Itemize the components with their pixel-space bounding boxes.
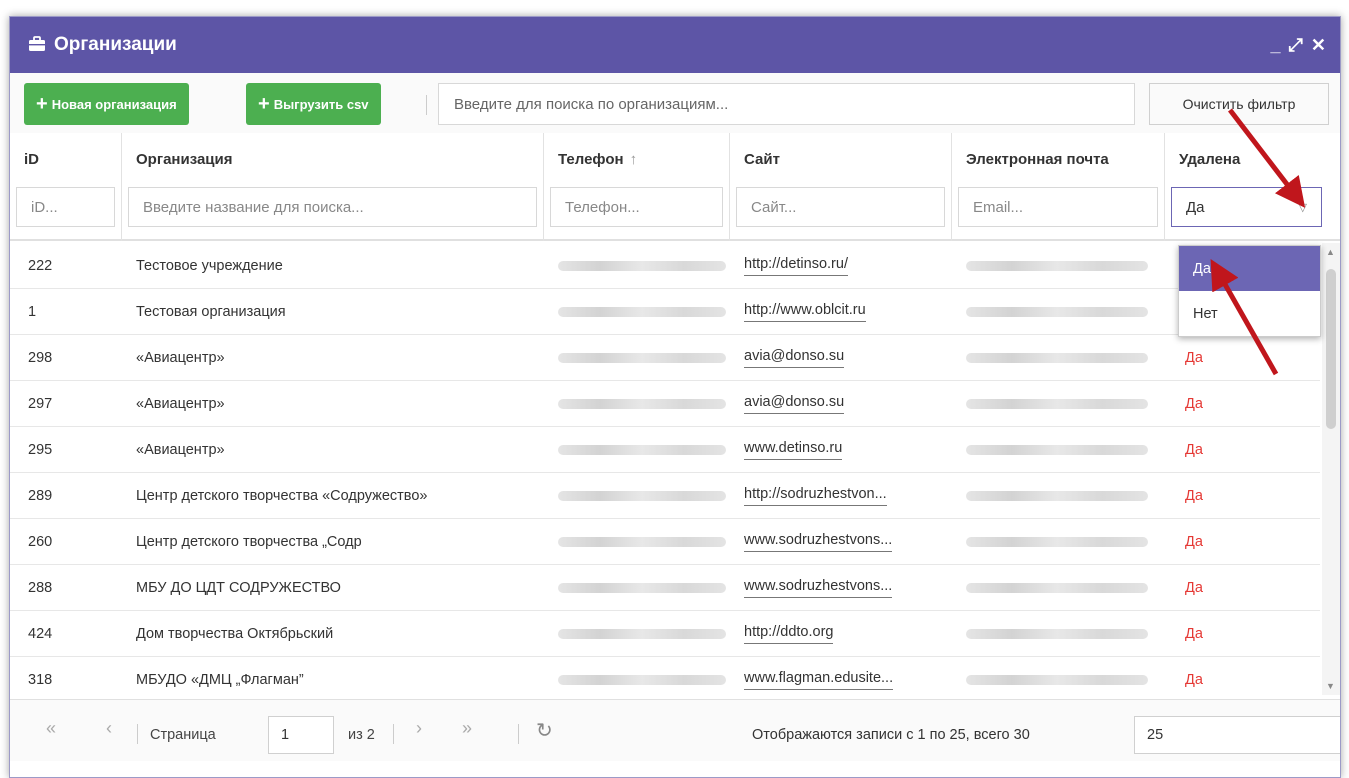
annotation-arrow: [1228, 108, 1306, 208]
annotation-arrows: [1210, 108, 1306, 376]
annotation-arrow: [1210, 258, 1279, 376]
